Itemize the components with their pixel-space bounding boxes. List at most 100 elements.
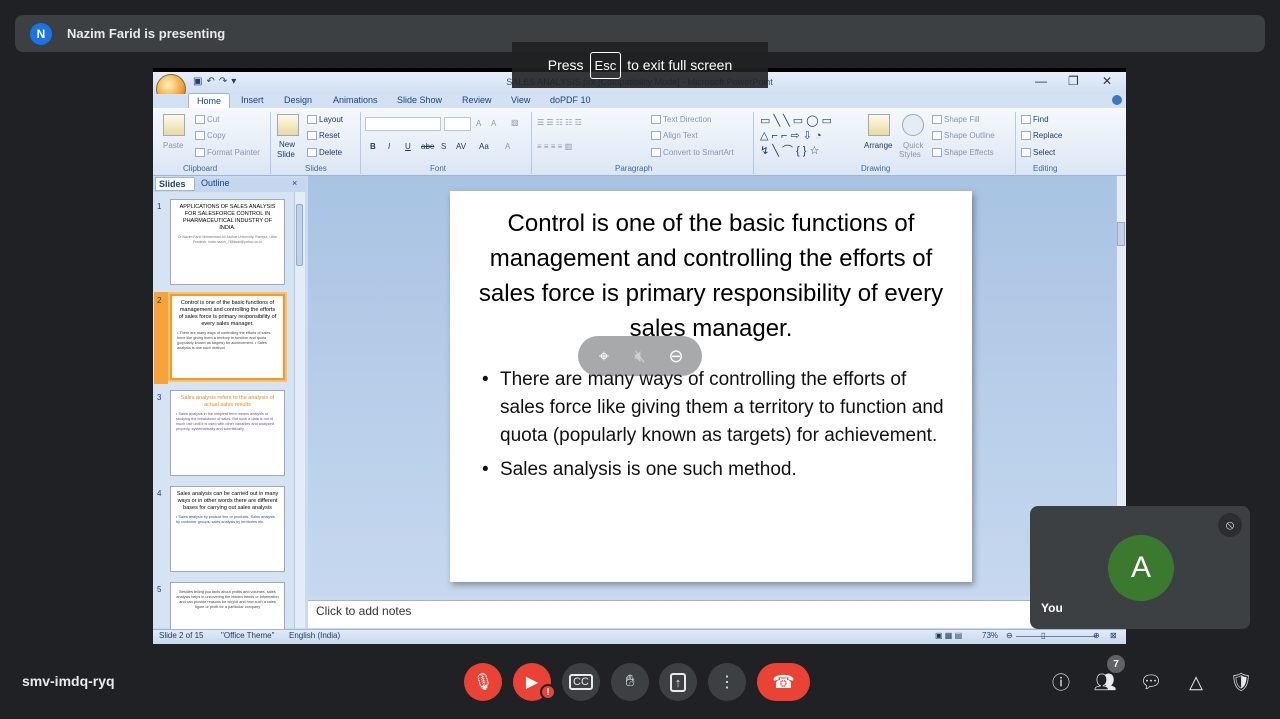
- mute-audio-icon[interactable]: 🔇︎: [627, 346, 653, 367]
- slide-title[interactable]: Control is one of the basic functions of…: [475, 206, 947, 346]
- tab-review[interactable]: Review: [462, 95, 492, 105]
- arrange-button[interactable]: Arrange: [864, 141, 892, 150]
- new-slide-button[interactable]: New: [279, 140, 295, 149]
- pin-off-icon[interactable]: ⌖: [591, 346, 617, 367]
- text-direction-icon: [651, 115, 661, 125]
- reset-button[interactable]: Reset: [307, 131, 340, 141]
- chat-icon[interactable]: 💬︎: [1138, 669, 1164, 695]
- close-pane-icon[interactable]: ×: [292, 178, 297, 188]
- paste-icon[interactable]: [163, 114, 185, 136]
- text-direction-button[interactable]: Text Direction: [651, 115, 711, 125]
- slide-number: 1: [157, 202, 162, 211]
- font-color-icon[interactable]: A: [505, 142, 510, 151]
- arrange-icon[interactable]: [868, 114, 890, 136]
- help-icon[interactable]: [1112, 95, 1122, 105]
- align-text-icon: [651, 131, 661, 141]
- drawing-group-label: Drawing: [861, 164, 891, 173]
- cut-button[interactable]: Cut: [195, 115, 219, 125]
- zoom-level[interactable]: 73%: [982, 631, 998, 640]
- tab-home[interactable]: Home: [188, 93, 230, 109]
- slide-thumbnail-4[interactable]: Sales analysis can be carried out in man…: [170, 486, 285, 572]
- activities-icon[interactable]: △: [1183, 669, 1209, 695]
- thumbnail-body: Dr.Nazim Farid Mohammad Ali Jauhar Unive…: [178, 235, 277, 244]
- shape-outline-button[interactable]: Shape Outline: [932, 131, 995, 141]
- align-icons[interactable]: ≡ ≡ ≡ ≡ ▥: [537, 142, 572, 151]
- theme-name: "Office Theme": [221, 631, 275, 640]
- layout-button[interactable]: Layout: [307, 115, 343, 125]
- strikethrough-button[interactable]: abe: [421, 142, 434, 151]
- copy-icon: [195, 131, 205, 141]
- pane-scroll-thumb[interactable]: [296, 204, 303, 266]
- copy-button[interactable]: Copy: [195, 131, 226, 141]
- presenter-text: Nazim Farid is presenting: [67, 26, 226, 41]
- quick-styles-button[interactable]: Quick: [903, 141, 923, 150]
- tab-insert[interactable]: Insert: [241, 95, 264, 105]
- shrink-font-button[interactable]: A: [491, 119, 496, 128]
- shapes-gallery[interactable]: ▭ ╲ ╲ ▭ ◯ ▭ △ ⌐ ⌐ ⇨ ⇩ ◔ ↯ ╲ ⌒ { } ☆: [760, 114, 832, 159]
- shape-fill-button[interactable]: Shape Fill: [932, 115, 980, 125]
- italic-button[interactable]: I: [388, 142, 390, 151]
- tab-design[interactable]: Design: [284, 95, 312, 105]
- tab-slide-show[interactable]: Slide Show: [397, 95, 442, 105]
- view-buttons-icon[interactable]: ▣ ▦ ▤: [935, 631, 962, 640]
- fit-window-icon[interactable]: ⊠: [1110, 631, 1117, 640]
- remove-icon[interactable]: ⊖: [663, 346, 689, 367]
- shape-effects-button[interactable]: Shape Effects: [932, 148, 994, 158]
- tab-view[interactable]: View: [511, 95, 530, 105]
- zoom-slider[interactable]: [1016, 636, 1096, 637]
- underline-button[interactable]: U: [405, 142, 411, 151]
- tab-animations[interactable]: Animations: [333, 95, 378, 105]
- maximize-icon[interactable]: ❐: [1068, 74, 1079, 88]
- quick-styles-icon[interactable]: [902, 114, 924, 136]
- tab-outline[interactable]: Outline: [201, 178, 230, 188]
- bullets-icon[interactable]: ☰ ☰ ☷ ☷ ☲: [537, 118, 582, 127]
- zoom-out-icon[interactable]: ⊖: [1006, 631, 1013, 640]
- select-button[interactable]: Select: [1021, 148, 1055, 158]
- align-text-button[interactable]: Align Text: [651, 131, 698, 141]
- present-button[interactable]: ↑: [659, 663, 697, 701]
- slide-bullets[interactable]: There are many ways of controlling the e…: [480, 366, 950, 490]
- new-slide-icon[interactable]: [277, 114, 299, 136]
- slide-number: 3: [157, 393, 162, 402]
- close-icon[interactable]: ✕: [1102, 74, 1112, 88]
- replace-button[interactable]: Replace: [1021, 131, 1062, 141]
- slide-thumbnail-3[interactable]: Sales analysis refers to the analysis of…: [170, 390, 285, 476]
- more-options-button[interactable]: ⋮: [708, 663, 746, 701]
- hand-icon: ✋︎: [625, 673, 635, 690]
- clear-formatting-icon[interactable]: ▨: [511, 118, 519, 127]
- paste-button[interactable]: Paste: [163, 141, 183, 150]
- tab-slides[interactable]: Slides: [155, 177, 195, 191]
- delete-button[interactable]: Delete: [307, 148, 342, 158]
- grow-font-button[interactable]: A: [476, 119, 481, 128]
- zoom-slider-thumb[interactable]: ▯: [1041, 631, 1045, 640]
- raise-hand-button[interactable]: ✋︎: [611, 663, 649, 701]
- bold-button[interactable]: B: [370, 142, 376, 151]
- convert-smartart-button[interactable]: Convert to SmartArt: [651, 148, 734, 158]
- mic-off-icon: 🎙︎: [472, 674, 494, 691]
- tab-dopdf[interactable]: doPDF 10: [550, 95, 591, 105]
- info-icon[interactable]: ⓘ: [1048, 669, 1074, 695]
- format-painter-button[interactable]: Format Painter: [195, 148, 260, 158]
- quick-styles-button-line2[interactable]: Styles: [899, 150, 921, 159]
- zoom-in-icon[interactable]: ⊕: [1093, 631, 1100, 640]
- notes-placeholder[interactable]: Click to add notes: [316, 604, 411, 618]
- captions-button[interactable]: CC: [562, 663, 600, 701]
- notes-pane[interactable]: [308, 600, 1116, 628]
- host-controls-icon[interactable]: 🛡︎: [1228, 669, 1254, 695]
- find-button[interactable]: Find: [1021, 115, 1049, 125]
- new-slide-button-line2[interactable]: Slide: [277, 150, 295, 159]
- thumbnail-body: • There are many ways of controlling the…: [177, 331, 271, 350]
- slide-scroll-thumb[interactable]: [1117, 222, 1125, 246]
- change-case-button[interactable]: Aa: [479, 142, 489, 151]
- font-name-select[interactable]: [365, 117, 441, 131]
- char-spacing-button[interactable]: AV: [456, 142, 466, 151]
- leave-call-button[interactable]: ☎: [757, 663, 810, 701]
- minimize-icon[interactable]: —: [1035, 74, 1047, 88]
- shadow-button[interactable]: S: [441, 142, 446, 151]
- current-slide[interactable]: Control is one of the basic functions of…: [450, 191, 972, 582]
- language-indicator[interactable]: English (India): [289, 631, 340, 640]
- font-size-select[interactable]: [444, 117, 471, 131]
- mic-toggle-button[interactable]: 🎙︎: [464, 663, 502, 701]
- slide-thumbnail-1[interactable]: APPLICATIONS OF SALES ANALYSIS FOR SALES…: [170, 199, 285, 285]
- slide-thumbnail-2[interactable]: Control is one of the basic functions of…: [168, 292, 287, 382]
